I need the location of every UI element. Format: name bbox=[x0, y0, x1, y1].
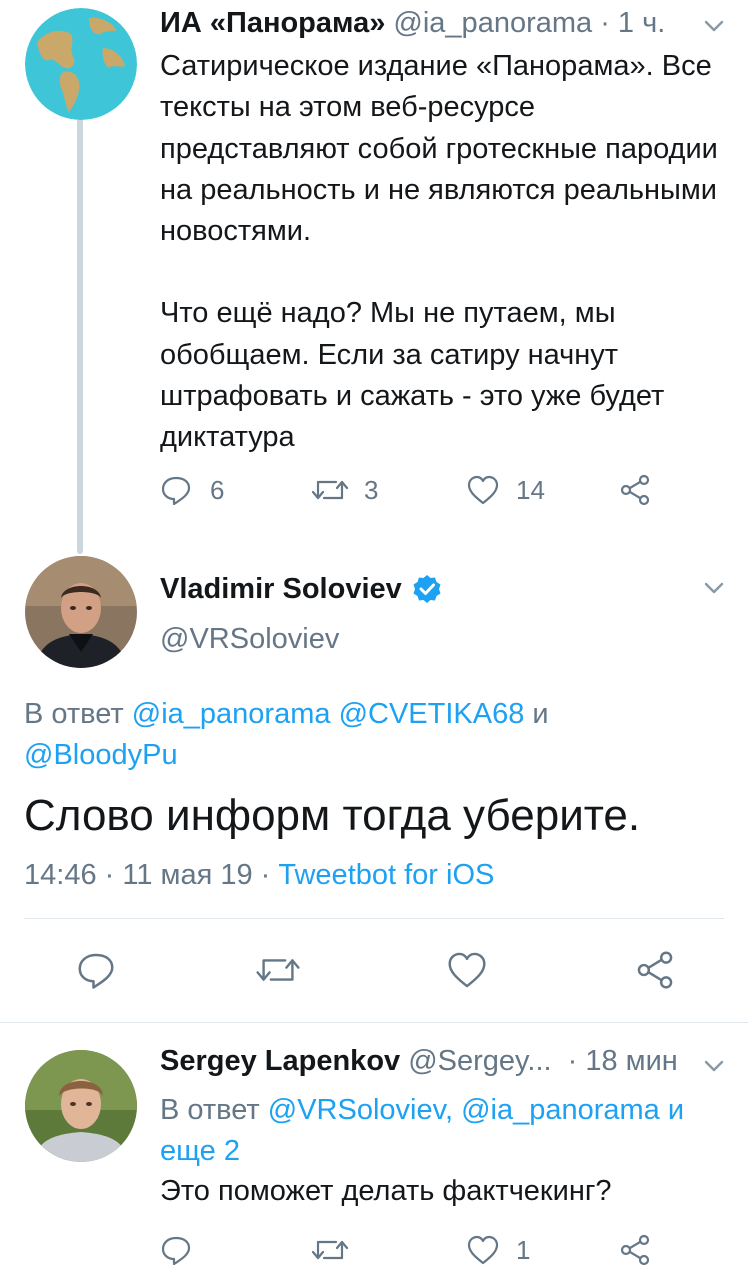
reply-icon bbox=[161, 476, 191, 506]
reply-context: В ответ @ia_panorama @CVETIKA68 и @Blood… bbox=[24, 694, 704, 776]
retweet-button[interactable]: 3 bbox=[310, 474, 378, 506]
retweet-icon bbox=[311, 1240, 349, 1260]
chevron-down-icon[interactable] bbox=[702, 1054, 726, 1078]
avatar-sergey-lapenkov[interactable] bbox=[25, 1050, 137, 1162]
retweet-count: 3 bbox=[364, 474, 379, 505]
share-icon bbox=[620, 1234, 650, 1266]
reply-prefix: В ответ bbox=[24, 698, 124, 730]
author-name[interactable]: ИА «Панорама» bbox=[160, 7, 385, 39]
share-icon bbox=[637, 951, 673, 989]
verified-badge-icon bbox=[413, 575, 441, 603]
retweet-button[interactable] bbox=[310, 1234, 350, 1266]
retweet-icon bbox=[256, 959, 300, 981]
reply-icon bbox=[161, 1236, 191, 1266]
like-count: 1 bbox=[516, 1234, 531, 1265]
avatar-ia-panorama[interactable] bbox=[25, 8, 137, 120]
tweet-meta: 14:46 · 11 мая 19 · Tweetbot for iOS bbox=[24, 858, 494, 892]
tweet1-body: Сатирическое издание «Панорама». Все тек… bbox=[160, 46, 730, 459]
profile-photo bbox=[25, 1050, 137, 1162]
author-handle[interactable]: @Sergey... bbox=[408, 1045, 551, 1077]
client-link[interactable]: Tweetbot for iOS bbox=[278, 859, 494, 891]
reply-count: 6 bbox=[210, 474, 225, 505]
share-icon bbox=[620, 474, 650, 506]
share-button[interactable] bbox=[618, 474, 652, 506]
tweet1-header: ИА «Панорама» @ia_panorama · 1 ч. bbox=[160, 6, 665, 40]
author-name[interactable]: Sergey Lapenkov bbox=[160, 1045, 400, 1077]
globe-icon bbox=[25, 8, 137, 120]
tweet-time: · 18 мин bbox=[567, 1045, 678, 1077]
tweet-text: Слово информ тогда уберите. bbox=[24, 791, 641, 840]
author-name[interactable]: Vladimir Soloviev bbox=[160, 572, 402, 606]
reply-context: В ответ @VRSoloviev, @ia_panorama и еще … bbox=[160, 1090, 730, 1172]
like-icon bbox=[467, 475, 499, 505]
author-handle[interactable]: @ia_panorama bbox=[393, 7, 592, 39]
mention-link[interactable]: @BloodyPu bbox=[24, 739, 178, 771]
thread-connector-line bbox=[77, 118, 83, 554]
share-button[interactable] bbox=[634, 950, 676, 990]
share-button[interactable] bbox=[618, 1234, 652, 1266]
like-icon bbox=[467, 1235, 499, 1265]
chevron-down-icon[interactable] bbox=[702, 14, 726, 38]
reply-button[interactable]: 6 bbox=[160, 474, 224, 506]
author-handle[interactable]: @VRSoloviev bbox=[160, 622, 339, 656]
tweet-text: Это поможет делать фактчекинг? bbox=[160, 1175, 612, 1207]
divider bbox=[0, 1022, 748, 1023]
reply-prefix: В ответ bbox=[160, 1094, 260, 1126]
tweet3-header: Sergey Lapenkov @Sergey... · 18 мин bbox=[160, 1044, 678, 1078]
reply-and: и bbox=[532, 698, 549, 730]
retweet-button[interactable] bbox=[254, 950, 302, 990]
timestamp: 14:46 · 11 мая 19 · bbox=[24, 859, 271, 891]
reply-button[interactable] bbox=[76, 950, 116, 990]
tweet2-author: Vladimir Soloviev bbox=[160, 572, 442, 606]
mention-link[interactable]: @ia_panorama bbox=[132, 698, 331, 730]
divider bbox=[24, 918, 724, 919]
like-button[interactable] bbox=[446, 950, 488, 990]
like-button[interactable]: 1 bbox=[466, 1234, 530, 1266]
mention-link[interactable]: @CVETIKA68 bbox=[339, 698, 525, 730]
like-count: 14 bbox=[516, 474, 545, 505]
profile-photo bbox=[25, 556, 137, 668]
tweet-paragraph: Что ещё надо? Мы не путаем, мы обобщаем.… bbox=[160, 297, 665, 454]
avatar-vladimir-soloviev[interactable] bbox=[25, 556, 137, 668]
reply-button[interactable] bbox=[160, 1234, 192, 1266]
like-button[interactable]: 14 bbox=[466, 474, 545, 506]
tweet-paragraph: Сатирическое издание «Панорама». Все тек… bbox=[160, 50, 718, 248]
chevron-down-icon[interactable] bbox=[702, 576, 726, 600]
retweet-icon bbox=[311, 480, 349, 500]
like-icon bbox=[448, 952, 486, 988]
tweet-time: · 1 ч. bbox=[600, 7, 666, 39]
reply-icon bbox=[78, 953, 114, 989]
